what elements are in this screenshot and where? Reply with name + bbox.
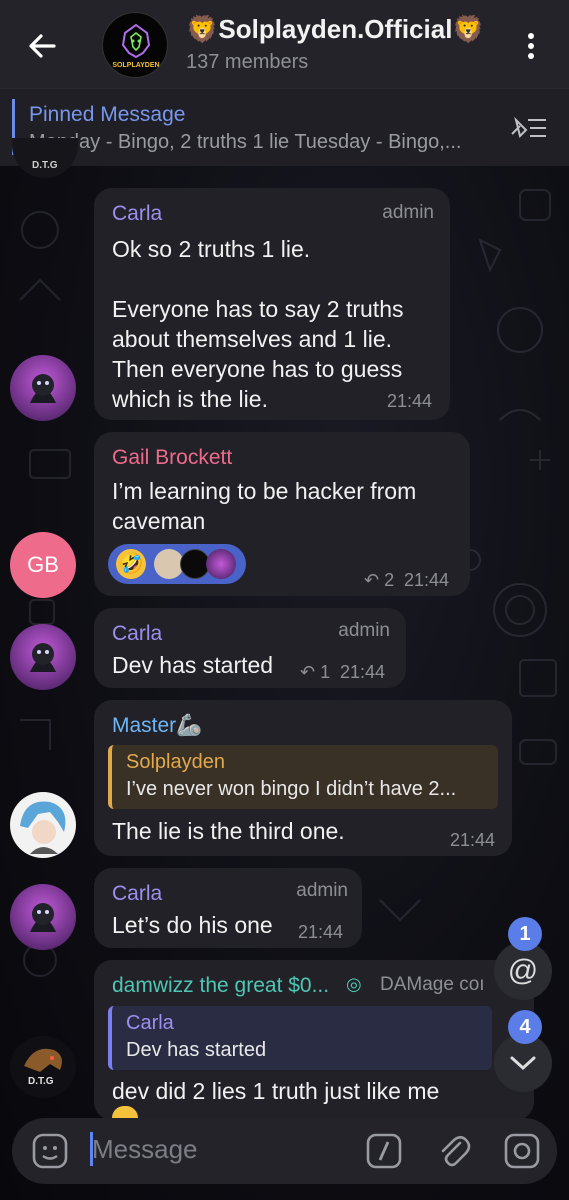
avatar-carla[interactable] bbox=[10, 624, 76, 690]
admin-badge: admin bbox=[338, 620, 390, 641]
pinned-title: Pinned Message bbox=[29, 103, 186, 126]
quoted-sender: Solplayden bbox=[126, 751, 225, 773]
quoted-text: I’ve never won bingo I didn’t have 2... bbox=[126, 778, 457, 800]
chat-header: SOLPLAYDEN 🦁Solplayden.Official🦁 137 mem… bbox=[0, 0, 569, 88]
group-avatar[interactable]: SOLPLAYDEN bbox=[102, 12, 168, 78]
quoted-text: Dev has started bbox=[126, 1039, 267, 1061]
reply-indicator[interactable]: ↶ 2 bbox=[364, 570, 394, 591]
camera-icon[interactable] bbox=[502, 1131, 542, 1171]
unread-badge: 4 bbox=[508, 1010, 542, 1044]
avatar-label: D.T.G bbox=[28, 1076, 54, 1087]
admin-badge: admin bbox=[382, 202, 434, 223]
reaction-pill[interactable]: 🤣 bbox=[108, 544, 246, 584]
avatar-initials: GB bbox=[27, 552, 59, 577]
anime-avatar-icon bbox=[20, 801, 66, 854]
pinned-text: Monday - Bingo, 2 truths 1 lie Tuesday -… bbox=[29, 131, 462, 153]
message-time: 21:44 bbox=[298, 922, 344, 942]
at-sign-icon: @ bbox=[507, 954, 539, 987]
reply-count: 1 bbox=[320, 662, 331, 682]
chevron-down-icon bbox=[510, 1056, 536, 1071]
quoted-reply[interactable]: Solplayden I’ve never won bingo I didn’t… bbox=[108, 745, 498, 809]
avatar-master[interactable] bbox=[10, 792, 76, 858]
lion-logo-icon: SOLPLAYDEN bbox=[112, 23, 160, 69]
message-time: 21:44 bbox=[404, 570, 450, 590]
pinned-list-icon[interactable] bbox=[506, 112, 550, 144]
lion-avatar-icon bbox=[30, 643, 56, 672]
group-title[interactable]: 🦁Solplayden.Official🦁 bbox=[186, 14, 485, 45]
quoted-sender: Carla bbox=[126, 1012, 174, 1034]
dragon-logo-icon bbox=[24, 1048, 62, 1072]
reply-indicator[interactable]: ↶ 1 bbox=[300, 662, 330, 683]
sender-name[interactable]: Gail Brockett bbox=[112, 446, 452, 470]
message-input[interactable]: Message bbox=[92, 1134, 198, 1165]
admin-badge: admin bbox=[296, 880, 348, 901]
reply-arrow-icon: ↶ bbox=[364, 570, 385, 590]
attach-icon[interactable] bbox=[434, 1131, 474, 1171]
laughing-emoji-icon: 🤣 bbox=[116, 549, 146, 579]
sticker-icon[interactable] bbox=[30, 1131, 70, 1171]
pinned-message-bar[interactable]: Pinned Message Monday - Bingo, 2 truths … bbox=[0, 88, 569, 166]
member-count: 137 members bbox=[186, 51, 309, 73]
quoted-reply[interactable]: Carla Dev has started bbox=[108, 1006, 492, 1070]
spiral-emoji-icon: ◎ bbox=[346, 974, 362, 994]
message-bubble[interactable]: Carla admin Ok so 2 truths 1 lie. Everyo… bbox=[94, 188, 450, 420]
message-time: 21:44 bbox=[450, 830, 496, 850]
sender-name[interactable]: Master🦾 bbox=[112, 714, 494, 738]
message-time: 21:44 bbox=[340, 662, 386, 682]
commands-icon[interactable] bbox=[364, 1131, 404, 1171]
message-text: dev did 2 lies 1 truth just like me bbox=[112, 1078, 440, 1104]
avatar-gb[interactable]: GB bbox=[10, 532, 76, 598]
back-arrow-icon[interactable] bbox=[22, 26, 62, 66]
avatar-label: D.T.G bbox=[32, 160, 58, 171]
sender-name[interactable]: damwizz the great $0... bbox=[112, 974, 342, 998]
message-text: The lie is the third one. bbox=[112, 818, 345, 844]
reactor-avatar bbox=[206, 549, 236, 579]
avatar-carla[interactable] bbox=[10, 355, 76, 421]
mentions-badge: 1 bbox=[508, 917, 542, 951]
message-text: Ok so 2 truths 1 lie. Everyone has to sa… bbox=[112, 236, 404, 412]
reply-count: 2 bbox=[384, 570, 395, 590]
message-text: I’m learning to be hacker from caveman bbox=[112, 478, 417, 534]
lion-avatar-icon bbox=[30, 903, 56, 932]
message-time: 21:44 bbox=[386, 391, 432, 411]
avatar-carla[interactable] bbox=[10, 884, 76, 950]
svg-text:SOLPLAYDEN: SOLPLAYDEN bbox=[112, 62, 159, 69]
reply-arrow-icon: ↶ bbox=[300, 662, 321, 682]
more-options-icon[interactable] bbox=[520, 28, 542, 64]
custom-title: DAMage coı bbox=[380, 974, 485, 995]
avatar-damwizz[interactable]: D.T.G bbox=[10, 1036, 76, 1098]
lion-avatar-icon bbox=[30, 374, 56, 403]
